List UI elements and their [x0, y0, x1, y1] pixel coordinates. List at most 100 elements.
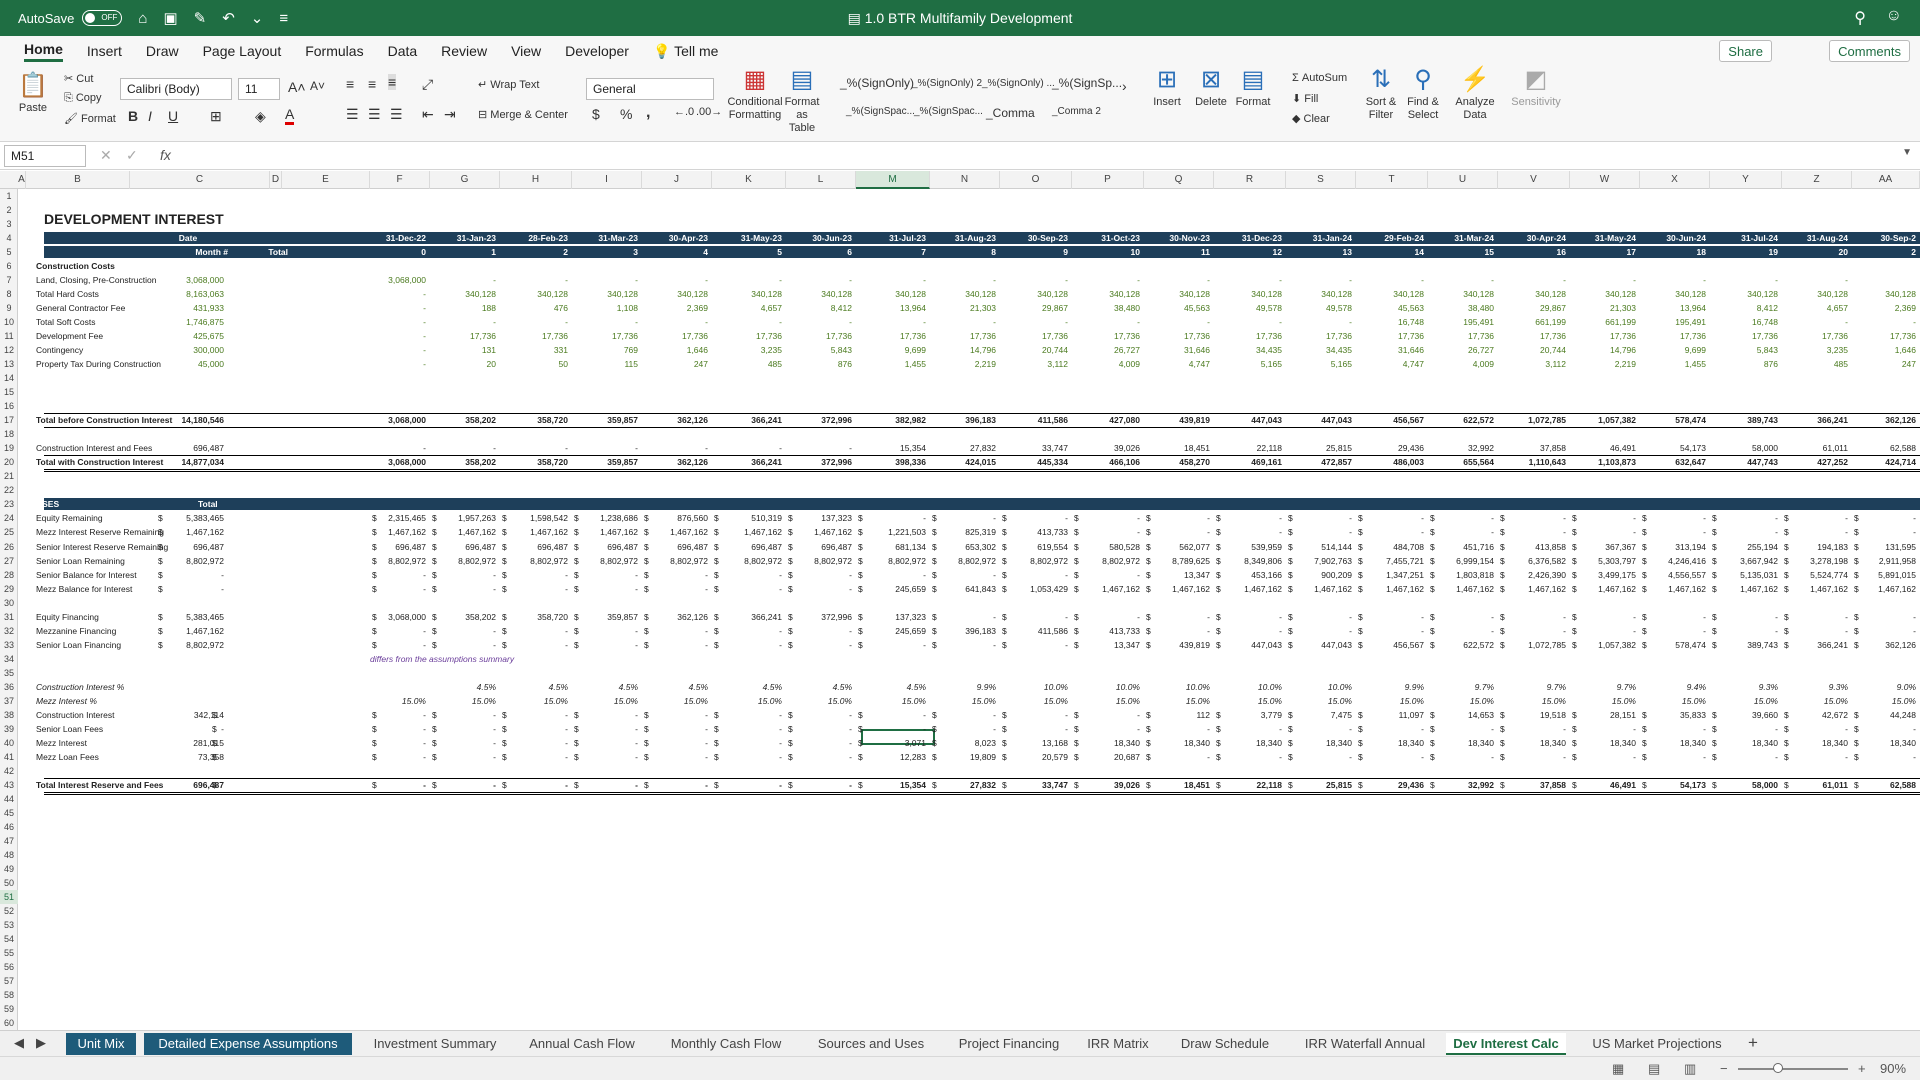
sheet-tab[interactable]: Unit Mix — [66, 1033, 136, 1055]
cost-row-value[interactable]: 34,435 — [1222, 343, 1282, 357]
uses-row-value[interactable]: - — [578, 582, 638, 596]
column-header-q[interactable]: Q — [1144, 171, 1214, 189]
total-with-interest-value[interactable]: 398,336 — [866, 455, 926, 469]
cost-row-value[interactable]: 3,112 — [1506, 357, 1566, 371]
column-header-p[interactable]: P — [1072, 171, 1144, 189]
uses-row-value[interactable]: - — [1080, 511, 1140, 525]
uses-row-value[interactable]: - — [1788, 525, 1848, 539]
total-interest-fees-dollar-sign[interactable]: $ — [502, 778, 510, 792]
uses-row-dollar-sign[interactable]: $ — [1784, 540, 1792, 554]
financing-row-dollar-sign[interactable]: $ — [1572, 624, 1580, 638]
total-interest-fees-value[interactable]: 39,026 — [1080, 778, 1140, 792]
sheet-tab[interactable]: Sources and Uses — [806, 1033, 936, 1055]
financing-row-value[interactable]: - — [1576, 624, 1636, 638]
cost-row-value[interactable]: 340,128 — [436, 287, 496, 301]
uses-row-value[interactable]: - — [1576, 511, 1636, 525]
uses-row-dollar-sign[interactable]: $ — [1712, 568, 1720, 582]
uses-row-dollar-sign[interactable]: $ — [1854, 525, 1862, 539]
total-before-interest-value[interactable]: 1,072,785 — [1506, 413, 1566, 427]
row-header-38[interactable]: 38 — [0, 708, 18, 722]
financing-row-dollar-sign[interactable]: $ — [1854, 638, 1862, 652]
column-header-x[interactable]: X — [1640, 171, 1710, 189]
uses-row-value[interactable]: 1,803,818 — [1434, 568, 1494, 582]
cost-row-value[interactable]: - — [648, 315, 708, 329]
fee-row-dollar-sign[interactable]: $ — [1784, 736, 1792, 750]
month-number[interactable]: 17 — [1596, 245, 1636, 259]
cost-row-value[interactable]: 38,480 — [1080, 301, 1140, 315]
uses-row-dollar-sign[interactable]: $ — [1146, 511, 1154, 525]
cost-row-value[interactable]: 50 — [508, 357, 568, 371]
merge-center-button[interactable]: ⊟ Merge & Center — [478, 108, 568, 121]
fee-row-value[interactable]: 18,340 — [1150, 736, 1210, 750]
total-with-interest-value[interactable]: 427,252 — [1788, 455, 1848, 469]
uses-row-dollar-sign[interactable]: $ — [1358, 554, 1366, 568]
financing-row-dollar-sign[interactable]: $ — [1500, 624, 1508, 638]
column-header-z[interactable]: Z — [1782, 171, 1852, 189]
row-header-30[interactable]: 30 — [0, 596, 18, 610]
style-signonly[interactable]: _%(SignOnly) — [840, 76, 914, 90]
financing-row-value[interactable]: 389,743 — [1718, 638, 1778, 652]
total-before-interest-value[interactable]: 447,043 — [1222, 413, 1282, 427]
total-before-interest-value[interactable]: 447,043 — [1292, 413, 1352, 427]
sheet-tab[interactable]: Draw Schedule — [1166, 1033, 1284, 1055]
underline-button[interactable]: U — [168, 108, 178, 124]
construction-interest-total[interactable]: 696,487 — [148, 441, 224, 455]
sheet-tab[interactable]: Investment Summary — [360, 1033, 510, 1055]
row-header-35[interactable]: 35 — [0, 666, 18, 680]
uses-row-dollar-sign[interactable]: $ — [1074, 540, 1082, 554]
fee-row-dollar-sign[interactable]: $ — [502, 750, 510, 764]
uses-row-dollar-sign[interactable]: $ — [502, 540, 510, 554]
uses-row-dollar-sign[interactable]: $ — [1358, 525, 1366, 539]
uses-row-dollar-sign[interactable]: $ — [1002, 582, 1010, 596]
font-name-select[interactable]: Calibri (Body) — [120, 78, 232, 100]
row-header-9[interactable]: 9 — [0, 301, 18, 315]
cost-row-value[interactable]: 3,068,000 — [366, 273, 426, 287]
uses-row-dollar-sign[interactable]: $ — [1500, 568, 1508, 582]
uses-row-value[interactable]: 7,455,721 — [1364, 554, 1424, 568]
financing-row-value[interactable]: 396,183 — [936, 624, 996, 638]
total-with-interest-value[interactable]: 445,334 — [1008, 455, 1068, 469]
uses-row-value[interactable]: 7,902,763 — [1292, 554, 1352, 568]
share-button[interactable]: Share — [1719, 40, 1772, 62]
uses-row-value[interactable]: 8,802,972 — [866, 554, 926, 568]
rate-row-value[interactable]: 4.5% — [722, 680, 782, 694]
fee-row-value[interactable]: 18,340 — [1434, 736, 1494, 750]
uses-row-value[interactable]: 1,598,542 — [508, 511, 568, 525]
financing-row-value[interactable]: - — [1646, 610, 1706, 624]
fee-row-dollar-sign[interactable]: $ — [644, 708, 652, 722]
uses-row-dollar-sign[interactable]: $ — [1712, 525, 1720, 539]
fee-row-value[interactable]: 28,151 — [1576, 708, 1636, 722]
financing-row-value[interactable]: - — [1506, 624, 1566, 638]
uses-row-dollar-sign[interactable]: $ — [1146, 582, 1154, 596]
cost-row-total[interactable]: 1,746,875 — [148, 315, 224, 329]
cost-row-value[interactable]: - — [1788, 315, 1848, 329]
uses-row-dollar-sign[interactable]: $ — [788, 554, 796, 568]
cost-row-value[interactable]: - — [866, 273, 926, 287]
uses-row-value[interactable]: 313,194 — [1646, 540, 1706, 554]
total-before-interest-value[interactable]: 3,068,000 — [366, 413, 426, 427]
total-interest-fees-value[interactable]: 27,832 — [936, 778, 996, 792]
uses-row-dollar-sign[interactable]: $ — [644, 582, 652, 596]
fee-row-value[interactable]: 13,168 — [1008, 736, 1068, 750]
financing-row-dollar-sign[interactable]: $ — [1074, 610, 1082, 624]
cost-row-value[interactable]: 21,303 — [1576, 301, 1636, 315]
rate-row-value[interactable] — [366, 680, 426, 694]
total-with-interest-total[interactable]: 14,877,034 — [148, 455, 224, 469]
total-before-interest-value[interactable]: 456,567 — [1364, 413, 1424, 427]
cost-row-value[interactable]: - — [722, 315, 782, 329]
fee-row-value[interactable]: - — [436, 750, 496, 764]
column-header-t[interactable]: T — [1356, 171, 1428, 189]
fee-row-dollar-sign[interactable]: $ — [1500, 736, 1508, 750]
uses-row-value[interactable]: 696,487 — [578, 540, 638, 554]
fee-row-dollar-sign[interactable]: $ — [1572, 736, 1580, 750]
fee-row-value[interactable]: - — [1434, 750, 1494, 764]
uses-row-dollar-sign[interactable]: $ — [788, 511, 796, 525]
cost-row-value[interactable]: 340,128 — [1506, 287, 1566, 301]
uses-row-value[interactable]: - — [436, 582, 496, 596]
financing-row-dollar-sign[interactable]: $ — [1712, 624, 1720, 638]
date-header[interactable]: 31-Dec-23 — [1218, 231, 1282, 245]
italic-button[interactable]: I — [148, 108, 152, 124]
uses-row-dollar-sign[interactable]: $ — [574, 568, 582, 582]
fee-row-dollar-sign[interactable]: $ — [1216, 750, 1224, 764]
cost-row-value[interactable]: 1,646 — [648, 343, 708, 357]
